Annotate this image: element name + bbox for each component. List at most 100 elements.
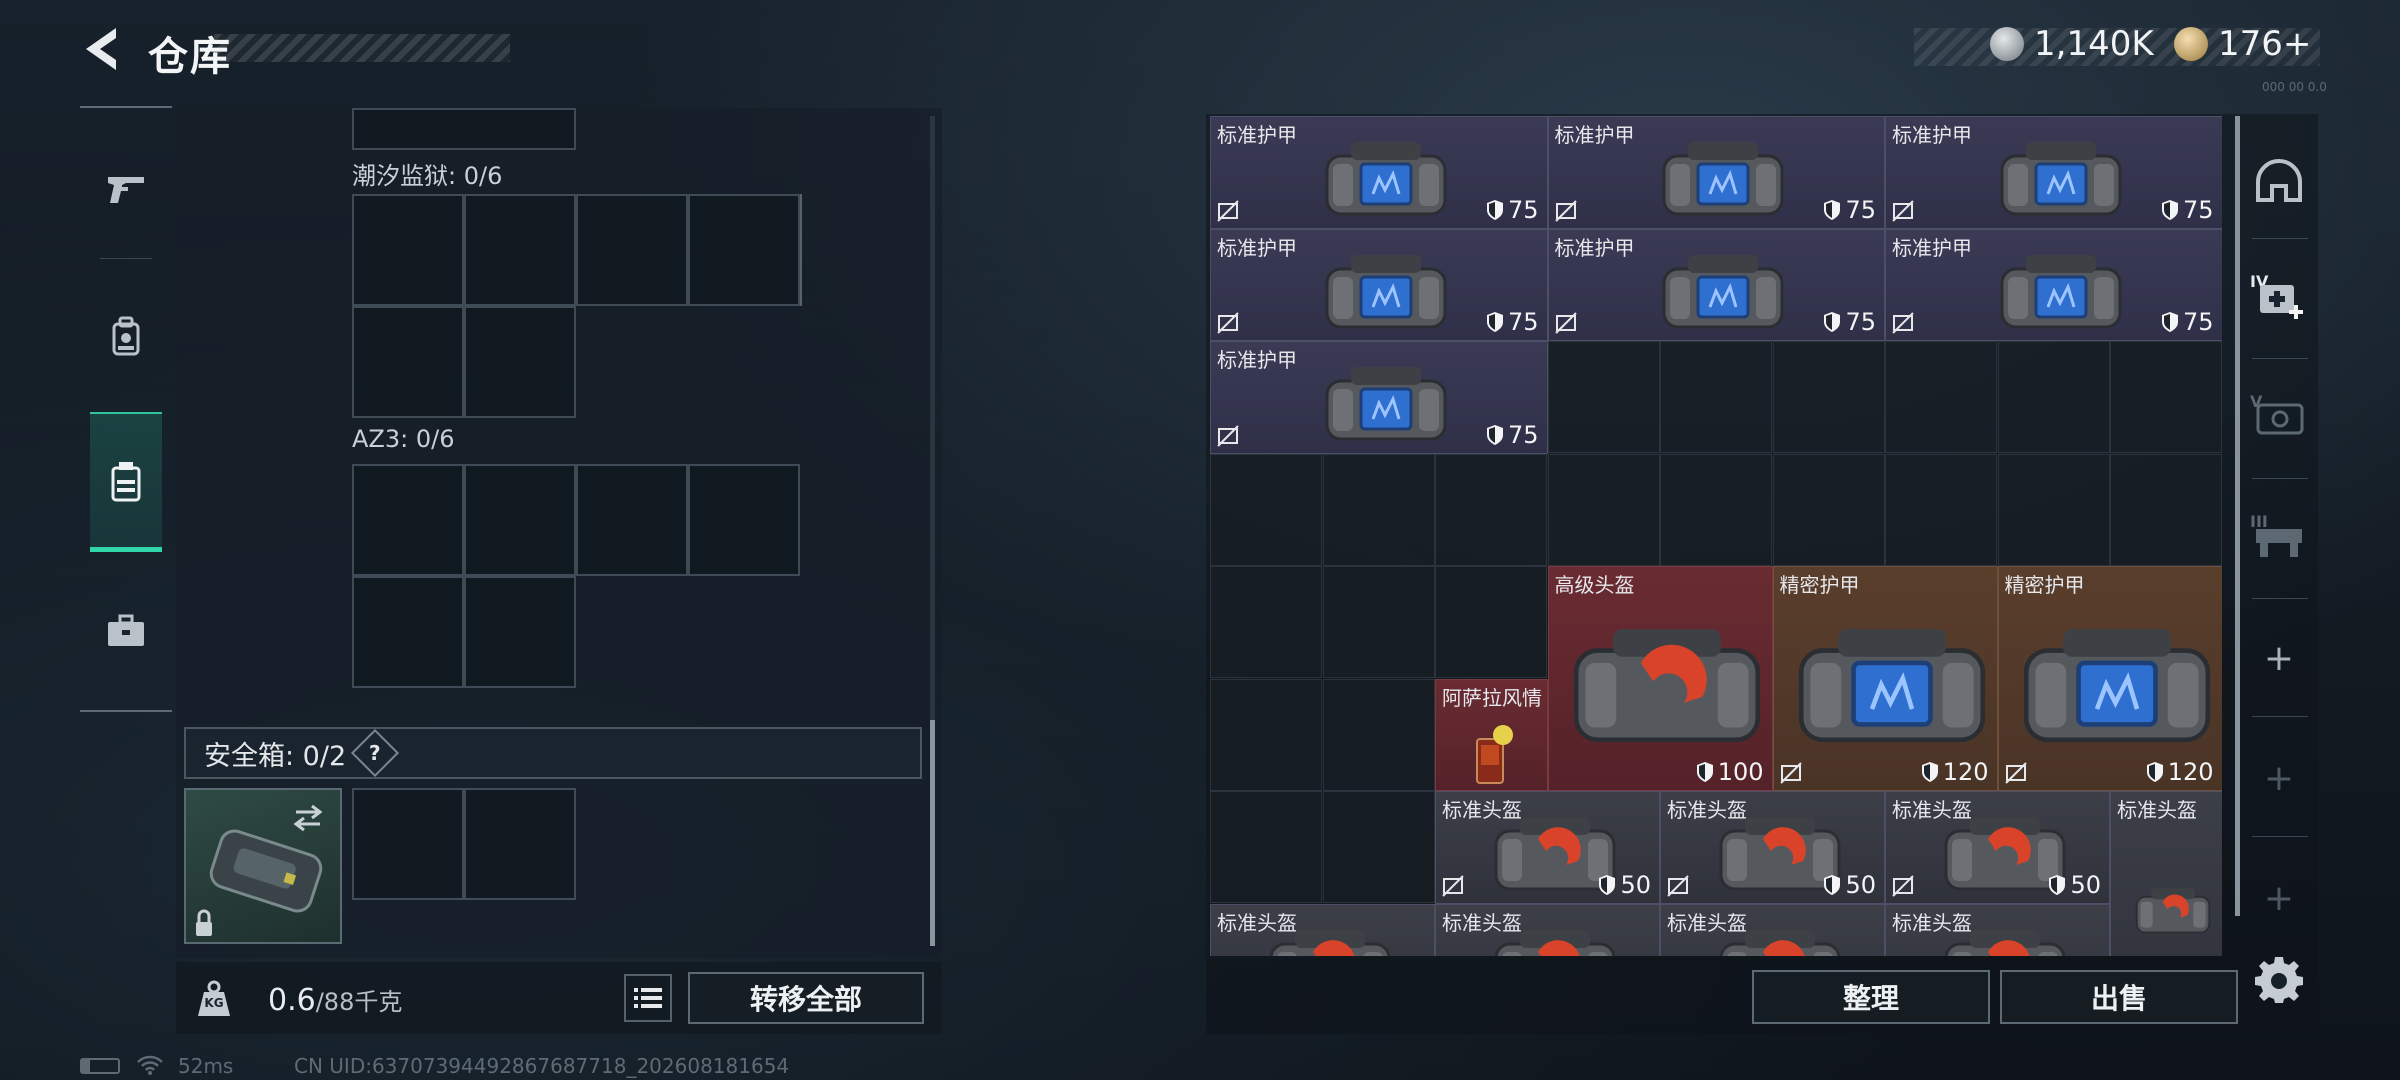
inventory-slot[interactable] [1435,453,1547,566]
safe-box-slot[interactable] [464,788,576,900]
inventory-slot[interactable] [1660,341,1772,453]
tab-weapons[interactable] [90,142,162,236]
gun-icon [108,177,144,203]
inventory-item[interactable]: 标准护甲 75 [1885,116,2222,229]
container-slot[interactable] [352,108,576,150]
inventory-item[interactable]: 标准头盔 [2110,791,2222,956]
tab-containers[interactable] [90,412,162,552]
no-trade-icon [1554,312,1577,334]
inventory-item[interactable]: 标准头盔 [1660,903,1885,956]
inventory-item[interactable]: 标准头盔 50 [1885,791,2110,904]
inventory-item[interactable]: 标准护甲 75 [1210,116,1548,229]
inventory-slot[interactable] [1210,453,1322,566]
tab-storage[interactable]: III [2244,480,2314,592]
wifi-icon [136,1054,164,1080]
inventory-slot[interactable] [1322,678,1435,791]
page-title: 仓库 [148,34,232,80]
inventory-slot[interactable] [1885,341,1997,453]
weight-max: /88千克 [315,988,403,1016]
gold-currency[interactable]: 176+ [2174,24,2311,64]
container-slot[interactable] [464,464,576,576]
list-view-button[interactable] [624,974,672,1022]
inventory-slot[interactable] [1660,453,1772,566]
container-slot[interactable] [576,464,688,576]
durability-value: 120 [1942,758,1989,786]
durability-value: 75 [2182,195,2214,224]
safe-box-item[interactable] [184,788,342,944]
container-slot[interactable] [352,464,464,576]
inventory-item[interactable]: 阿萨拉风情 [1435,678,1548,791]
inventory-slot[interactable] [1997,341,2110,453]
shield-icon [1486,312,1503,332]
container-slot[interactable] [576,194,688,306]
inventory-item[interactable]: 标准头盔 [1435,903,1660,956]
inventory-item[interactable]: 标准头盔 50 [1435,791,1660,904]
inventory-slot[interactable] [1547,341,1660,453]
tab-armor-case[interactable]: V [2244,360,2314,472]
gold-amount: 176+ [2218,24,2312,64]
tab-helmets[interactable] [2244,124,2314,236]
inventory-item[interactable]: 标准头盔 [1885,903,2110,956]
inventory-item[interactable]: 标准护甲 75 [1547,116,1885,229]
container-slot[interactable] [352,194,464,306]
inventory-item[interactable]: 标准头盔 50 [1660,791,1885,904]
inventory-slot[interactable] [1772,341,1885,453]
inventory-item[interactable]: 精密护甲 120 [1772,566,1998,791]
inventory-slot[interactable] [2110,341,2222,453]
transfer-all-button[interactable]: 转移全部 [688,972,924,1024]
inventory-slot[interactable] [1772,453,1885,566]
container-slot[interactable] [688,194,800,306]
inventory-slot[interactable] [1210,791,1322,903]
item-name: 标准头盔 [1667,798,1747,822]
container-slot[interactable] [464,306,576,418]
inventory-slot[interactable] [1210,678,1322,791]
help-button[interactable]: ? [351,728,400,778]
item-durability: 75 [1486,308,1539,336]
inventory-slot[interactable] [1547,453,1660,566]
inventory-slot[interactable] [1210,566,1322,678]
item-name: 标准头盔 [1892,798,1972,822]
inventory-item[interactable]: 标准护甲 75 [1547,228,1885,341]
inventory-slot[interactable] [1997,453,2110,566]
inventory-slot[interactable] [2110,453,2222,566]
container-slot[interactable] [464,576,576,688]
item-durability: 75 [1823,308,1876,336]
inventory-item[interactable]: 精密护甲 120 [1997,566,2222,791]
inventory-item[interactable]: 标准护甲 75 [1210,341,1548,454]
inventory-slot[interactable] [1435,566,1547,678]
shield-icon [1599,874,1616,895]
container-scrollbar-thumb[interactable] [930,720,935,946]
tab-equipment[interactable] [90,290,162,384]
inventory-item[interactable]: 标准护甲 75 [1210,228,1548,341]
back-button[interactable] [78,24,124,74]
inventory-item[interactable]: 标准头盔 [1210,903,1435,956]
inventory-slot[interactable] [1322,566,1435,678]
shield-icon [2146,762,2163,782]
add-tab-button[interactable]: + [2244,602,2314,714]
silver-currency[interactable]: 1,140K [1990,24,2154,64]
organize-button[interactable]: 整理 [1752,970,1990,1024]
plus-icon: + [2263,877,2295,919]
inventory-slot[interactable] [1322,791,1435,903]
sell-button[interactable]: 出售 [2000,970,2238,1024]
tab-medical[interactable]: IV [2244,240,2314,352]
inventory-scrollbar[interactable] [2235,116,2240,916]
container-slot[interactable] [464,194,576,306]
right-tab-divider [2252,598,2308,599]
inventory-slot[interactable] [1885,453,1997,566]
container-slot[interactable] [352,306,464,418]
safe-box-slot[interactable] [352,788,464,900]
tab-tools[interactable] [90,584,162,678]
durability-value: 50 [1845,870,1876,899]
item-durability: 50 [2048,871,2101,899]
item-durability: 100 [1696,758,1764,786]
cocktail-icon [1476,724,1514,784]
settings-button[interactable] [2254,954,2304,1004]
inventory-item[interactable]: 高级头盔 100 [1547,566,1773,791]
no-trade-icon [1892,874,1914,897]
container-slot[interactable] [352,576,464,688]
inventory-slot[interactable] [1322,453,1435,566]
container-slot[interactable] [688,464,800,576]
item-durability: 75 [2161,196,2214,224]
inventory-item[interactable]: 标准护甲 75 [1885,228,2222,341]
